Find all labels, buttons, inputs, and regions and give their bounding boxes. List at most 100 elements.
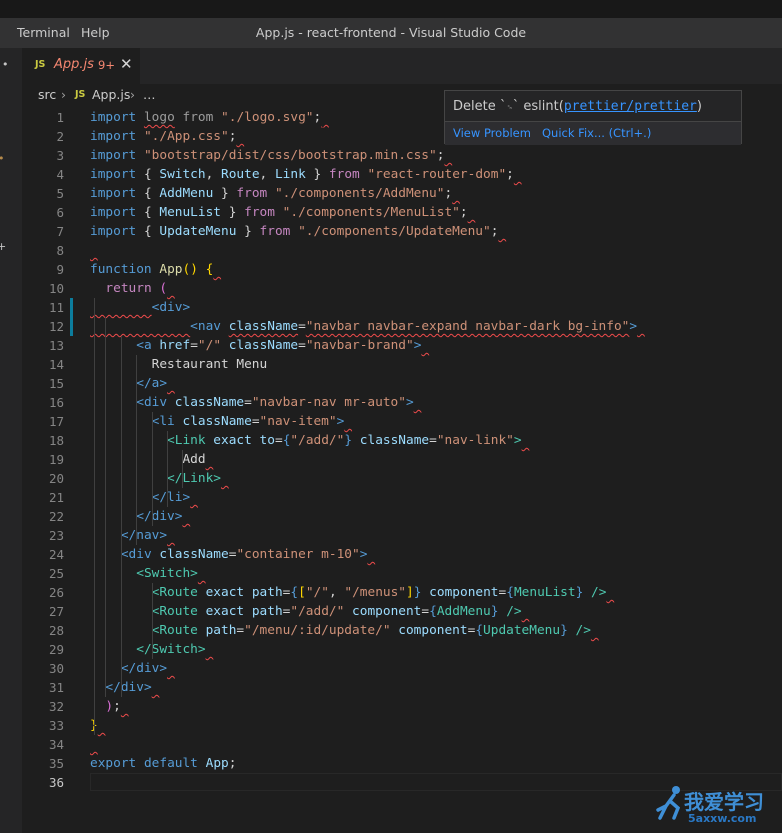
line-number: 25: [48, 566, 64, 581]
code-token: import: [90, 224, 137, 239]
code-editor[interactable]: 1 2 3 4 5 6 7 8 9 10 11 12 13 14 15 16 17 18 19 20 21 22 23 24 2…: [22, 106, 782, 833]
code-line[interactable]: </div>: [90, 678, 159, 697]
code-line[interactable]: <Route path="/menu/:id/update/" componen…: [90, 621, 599, 640]
code-line[interactable]: <a href="/" className="navbar-brand">: [90, 336, 429, 355]
code-line[interactable]: }: [90, 716, 105, 735]
close-icon[interactable]: ✕: [120, 55, 133, 73]
code-line[interactable]: </Link>: [90, 469, 229, 488]
code-line[interactable]: </nav>: [90, 526, 175, 545]
code-line[interactable]: function App() {: [90, 260, 221, 279]
code-token: =: [298, 338, 306, 353]
code-line[interactable]: <div>: [90, 298, 191, 317]
watermark-text: 我爱学习: [684, 790, 764, 814]
code-line[interactable]: <li className="nav-item">: [90, 412, 352, 431]
line-number: 8: [56, 243, 64, 258]
line-number: 14: [48, 357, 64, 372]
code-line[interactable]: <nav className="navbar navbar-expand nav…: [90, 317, 645, 336]
lint-squiggle: [182, 509, 190, 524]
tab-app-js[interactable]: JS App.js 9+ ✕: [22, 48, 140, 84]
code-line[interactable]: <Switch>: [90, 564, 206, 583]
hover-message-prefix: Delete `: [453, 99, 507, 114]
code-line[interactable]: import "./App.css";: [90, 127, 244, 146]
code-token: =: [244, 395, 252, 410]
code-line[interactable]: import { Switch, Route, Link } from "rea…: [90, 165, 522, 184]
code-token: />: [591, 585, 607, 600]
code-line[interactable]: <Link exact to={"/add/"} className="nav-…: [90, 431, 529, 450]
menu-terminal[interactable]: Terminal: [17, 18, 70, 48]
code-line[interactable]: [90, 241, 98, 260]
code-token: logo: [143, 110, 175, 125]
code-line[interactable]: <Route exact path={["/", "/menus"]} comp…: [90, 583, 614, 602]
breadcrumb-symbol[interactable]: …: [143, 87, 156, 102]
code-line[interactable]: <div className="navbar-nav mr-auto">: [90, 393, 421, 412]
code-token: <div: [136, 395, 168, 410]
line-number: 4: [56, 167, 64, 182]
breadcrumb-folder[interactable]: src: [38, 87, 56, 102]
code-line[interactable]: [90, 735, 98, 754]
code-token: </div>: [136, 509, 183, 524]
breadcrumb-file[interactable]: App.js: [92, 87, 130, 102]
code-token: import: [90, 110, 137, 125]
run-plus-icon[interactable]: +: [0, 240, 6, 253]
window-title: App.js - react-frontend - Visual Studio …: [255, 25, 527, 40]
line-number: 12: [48, 319, 64, 334]
code-line[interactable]: import { AddMenu } from "./components/Ad…: [90, 184, 460, 203]
view-problem-link[interactable]: View Problem: [453, 126, 531, 140]
code-line[interactable]: Restaurant Menu: [90, 355, 268, 374]
line-number: 3: [56, 148, 64, 163]
code-token: "bootstrap/dist/css/bootstrap.min.css": [143, 148, 437, 163]
javascript-file-icon: JS: [35, 59, 46, 70]
indent-guide: [93, 298, 95, 735]
code-token: from: [244, 205, 275, 220]
code-line[interactable]: </div>: [90, 659, 175, 678]
code-token: />: [575, 623, 591, 638]
runner-logo-icon: [656, 786, 681, 820]
code-line[interactable]: import { UpdateMenu } from "./components…: [90, 222, 506, 241]
activity-bar: • • +: [0, 48, 22, 833]
line-number: 29: [48, 642, 64, 657]
code-token: import: [90, 186, 137, 201]
hover-message-suffix: ): [696, 99, 702, 114]
code-token: =: [298, 319, 306, 334]
menu-help[interactable]: Help: [81, 18, 110, 48]
code-line[interactable]: );: [90, 697, 129, 716]
code-token: {: [136, 186, 160, 201]
code-line[interactable]: import "bootstrap/dist/css/bootstrap.min…: [90, 146, 452, 165]
hover-message-mid: ` eslint(: [512, 99, 564, 114]
code-line[interactable]: return (: [90, 279, 175, 298]
explorer-dot-icon[interactable]: •: [2, 58, 9, 71]
code-token: {: [136, 167, 160, 182]
code-line[interactable]: <Route exact path="/add/" component={Add…: [90, 602, 529, 621]
code-token: className: [159, 547, 229, 562]
code-token: className: [228, 338, 299, 353]
code-token: "/": [197, 338, 222, 353]
code-line[interactable]: import logo from "./logo.svg";: [90, 108, 329, 127]
code-line[interactable]: <div className="container m-10">: [90, 545, 375, 564]
code-line[interactable]: export default App;: [90, 754, 236, 773]
javascript-file-icon: JS: [75, 89, 86, 100]
code-token: "navbar-brand": [305, 338, 414, 353]
quick-fix-link[interactable]: Quick Fix... (Ctrl+.): [542, 126, 651, 140]
code-token: import: [90, 167, 137, 182]
scm-dot-icon[interactable]: •: [0, 152, 5, 165]
code-token: ;: [459, 205, 468, 220]
lint-squiggle: [206, 642, 214, 657]
line-number: 20: [48, 471, 64, 486]
watermark-url: 5axxw.com: [688, 812, 757, 825]
code-line[interactable]: import { MenuList } from "./components/M…: [90, 203, 475, 222]
code-line[interactable]: </a>: [90, 374, 175, 393]
code-token: exact: [205, 585, 245, 600]
eslint-rule-link[interactable]: prettier/prettier: [564, 99, 697, 114]
lint-squiggle: [522, 433, 530, 448]
code-token: =: [190, 338, 198, 353]
code-token: "/add/": [290, 433, 345, 448]
code-token: path: [205, 623, 237, 638]
